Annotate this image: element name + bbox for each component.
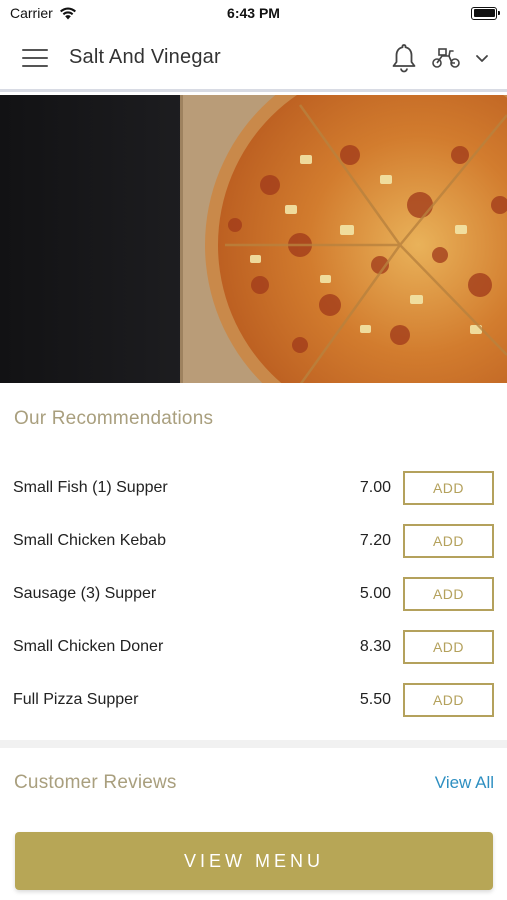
item-name: Sausage (3) Supper bbox=[13, 585, 157, 602]
header-actions bbox=[391, 43, 489, 73]
section-divider bbox=[0, 740, 507, 748]
list-item: Small Fish (1) Supper 7.00 ADD bbox=[0, 468, 507, 508]
item-price: 8.30 bbox=[359, 638, 391, 655]
list-item: Sausage (3) Supper 5.00 ADD bbox=[0, 574, 507, 614]
reviews-title: Customer Reviews bbox=[14, 772, 177, 793]
carrier-label: Carrier bbox=[10, 5, 53, 21]
item-name: Full Pizza Supper bbox=[13, 691, 139, 708]
item-price: 7.20 bbox=[359, 532, 391, 549]
add-button[interactable]: ADD bbox=[403, 471, 494, 505]
add-button[interactable]: ADD bbox=[403, 524, 494, 558]
status-left: Carrier bbox=[10, 5, 77, 21]
item-price: 5.50 bbox=[359, 691, 391, 708]
hero-image bbox=[0, 95, 507, 383]
pizza-image bbox=[205, 95, 507, 383]
item-name: Small Fish (1) Supper bbox=[13, 479, 168, 496]
wifi-icon bbox=[59, 7, 76, 19]
bell-icon[interactable] bbox=[391, 43, 417, 73]
chevron-down-icon[interactable] bbox=[475, 53, 489, 63]
list-item: Full Pizza Supper 5.50 ADD bbox=[0, 680, 507, 720]
item-name: Small Chicken Doner bbox=[13, 638, 164, 655]
view-all-link[interactable]: View All bbox=[435, 773, 494, 793]
item-name: Small Chicken Kebab bbox=[13, 532, 166, 549]
menu-icon[interactable] bbox=[22, 47, 48, 69]
recommendations-title: Our Recommendations bbox=[14, 408, 214, 429]
battery-icon bbox=[471, 6, 500, 20]
app-header: Salt And Vinegar bbox=[0, 26, 507, 92]
list-item: Small Chicken Kebab 7.20 ADD bbox=[0, 521, 507, 561]
add-button[interactable]: ADD bbox=[403, 577, 494, 611]
status-bar: Carrier 6:43 PM bbox=[0, 0, 507, 26]
view-menu-button[interactable]: VIEW MENU bbox=[15, 832, 493, 890]
add-button[interactable]: ADD bbox=[403, 683, 494, 717]
item-price: 5.00 bbox=[359, 585, 391, 602]
list-item: Small Chicken Doner 8.30 ADD bbox=[0, 627, 507, 667]
delivery-scooter-icon[interactable] bbox=[431, 46, 461, 70]
page-title: Salt And Vinegar bbox=[69, 46, 221, 68]
item-price: 7.00 bbox=[359, 479, 391, 496]
add-button[interactable]: ADD bbox=[403, 630, 494, 664]
